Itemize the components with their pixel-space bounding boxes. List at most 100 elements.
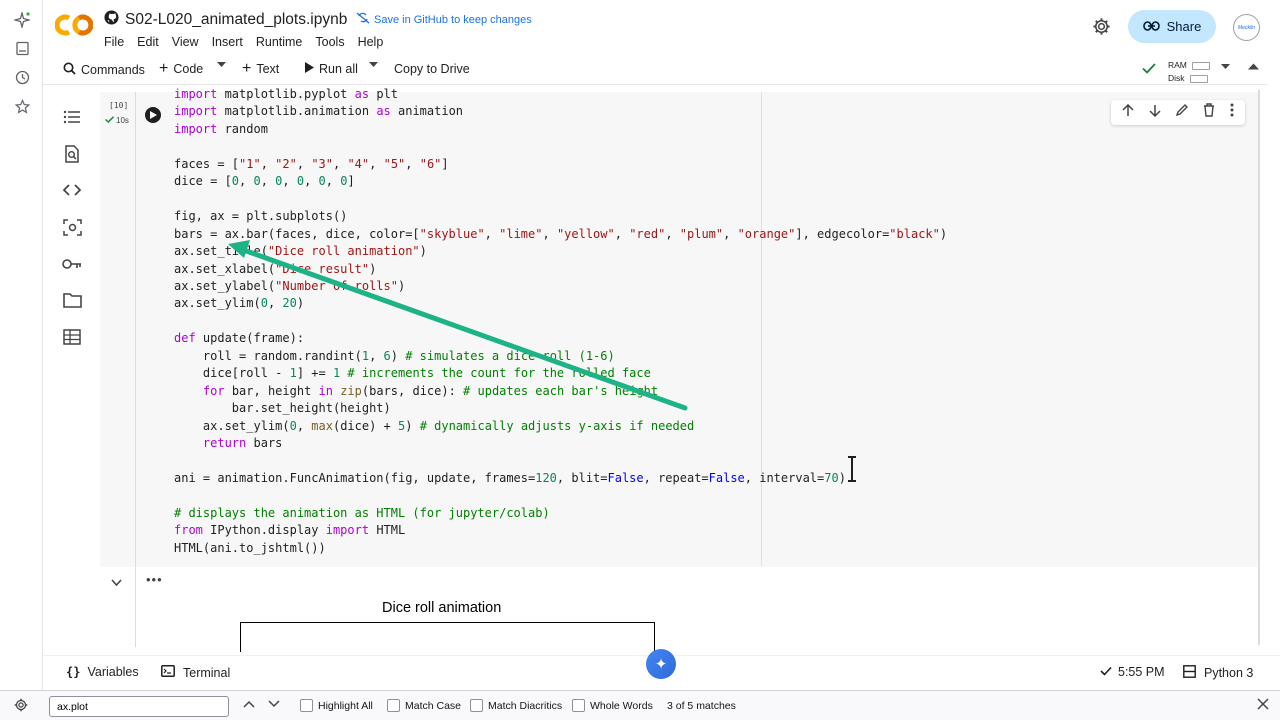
code-line[interactable]: bar.set_height(height) — [174, 400, 947, 417]
notebook-filename[interactable]: S02-L020_animated_plots.ipynb — [125, 11, 347, 29]
save-in-github-link[interactable]: Save in GitHub to keep changes — [356, 12, 532, 27]
resource-meter[interactable]: RAM Disk — [1168, 59, 1210, 85]
more-options-icon[interactable] — [1230, 103, 1234, 122]
code-line[interactable]: return bars — [174, 435, 947, 452]
highlight-all-box[interactable] — [300, 699, 313, 712]
menu-edit[interactable]: Edit — [137, 35, 159, 49]
variables-button[interactable]: {} Variables — [66, 665, 139, 679]
code-line[interactable]: dice[roll - 1] += 1 # increments the cou… — [174, 365, 947, 382]
match-case-checkbox[interactable]: Match Case — [387, 699, 461, 712]
files-folder-icon[interactable] — [62, 290, 82, 310]
code-line[interactable]: ax.set_xlabel("Dice result") — [174, 261, 947, 278]
menu-tools[interactable]: Tools — [315, 35, 344, 49]
menu-insert[interactable]: Insert — [212, 35, 243, 49]
find-input[interactable] — [49, 696, 229, 717]
code-line[interactable] — [174, 487, 947, 504]
menu-help[interactable]: Help — [358, 35, 384, 49]
code-line[interactable]: import matplotlib.pyplot as plt — [174, 86, 947, 103]
code-line[interactable]: faces = ["1", "2", "3", "4", "5", "6"] — [174, 156, 947, 173]
settings-gear-icon[interactable] — [1092, 17, 1111, 41]
close-find-bar-icon[interactable] — [1257, 698, 1269, 713]
code-line[interactable] — [174, 313, 947, 330]
history-icon[interactable] — [12, 67, 32, 87]
gemini-spark-icon[interactable]: ✦ — [646, 649, 676, 679]
share-label: Share — [1166, 19, 1202, 34]
code-line[interactable]: ax.set_ylabel("Number of rolls") — [174, 278, 947, 295]
move-cell-down-icon[interactable] — [1149, 104, 1161, 122]
code-line[interactable]: HTML(ani.to_jshtml()) — [174, 540, 947, 557]
code-line[interactable]: import random — [174, 121, 947, 138]
user-avatar[interactable]: Mecklin — [1233, 14, 1260, 41]
star-icon[interactable] — [12, 96, 32, 116]
table-of-contents-icon[interactable] — [62, 107, 82, 127]
code-line[interactable]: ax.set_ylim(0, max(dice) + 5) # dynamica… — [174, 418, 947, 435]
find-previous-chevron-icon[interactable] — [243, 699, 255, 711]
code-line[interactable]: ax.set_title("Dice roll animation") — [174, 243, 947, 260]
find-replace-icon[interactable] — [62, 144, 82, 164]
secrets-key-icon[interactable] — [62, 254, 82, 274]
code-snippets-icon[interactable] — [62, 180, 82, 200]
code-line[interactable]: bars = ax.bar(faces, dice, color=["skybl… — [174, 226, 947, 243]
code-editor[interactable]: import matplotlib.pyplot as plt import ma… — [174, 86, 947, 557]
code-line[interactable]: for bar, height in zip(bars, dice): # up… — [174, 383, 947, 400]
code-line[interactable]: # displays the animation as HTML (for ju… — [174, 505, 947, 522]
drive-file-icon[interactable] — [12, 38, 32, 58]
code-line[interactable] — [174, 138, 947, 155]
notebook-title[interactable]: S02-L020_animated_plots.ipynb — [104, 10, 347, 30]
resources-dropdown-caret-icon[interactable] — [1221, 64, 1230, 70]
whole-words-checkbox[interactable]: Whole Words — [572, 699, 653, 712]
connected-check-icon[interactable] — [1142, 63, 1156, 74]
find-next-chevron-icon[interactable] — [268, 699, 280, 711]
notebook-scrollbar[interactable] — [1258, 90, 1260, 645]
disk-label: Disk — [1168, 73, 1185, 83]
code-line[interactable]: ax.set_ylim(0, 20) — [174, 295, 947, 312]
find-settings-gear-icon[interactable] — [14, 698, 28, 715]
menu-file[interactable]: File — [104, 35, 124, 49]
code-line[interactable]: import matplotlib.animation as animation — [174, 103, 947, 120]
edit-pencil-icon[interactable] — [1175, 103, 1189, 122]
code-line[interactable]: def update(frame): — [174, 330, 947, 347]
runtime-type-button[interactable]: Python 3 — [1183, 665, 1253, 681]
variables-inspector-icon[interactable] — [62, 217, 82, 237]
run-cell-button[interactable] — [145, 107, 161, 123]
execution-status[interactable]: 5:55 PM — [1100, 665, 1165, 679]
whole-words-label: Whole Words — [590, 699, 653, 712]
match-case-box[interactable] — [387, 699, 400, 712]
run-all-dropdown-caret-icon[interactable] — [369, 62, 378, 68]
code-line[interactable]: ani = animation.FuncAnimation(fig, updat… — [174, 470, 947, 487]
match-diacritics-checkbox[interactable]: Match Diacritics — [470, 699, 562, 712]
menu-runtime[interactable]: Runtime — [256, 35, 303, 49]
left-rail — [0, 0, 43, 690]
plus-icon: + — [159, 60, 169, 77]
code-line[interactable] — [174, 191, 947, 208]
match-diacritics-box[interactable] — [470, 699, 483, 712]
braces-icon: {} — [66, 665, 81, 679]
share-button[interactable]: Share — [1128, 10, 1216, 43]
add-code-button[interactable]: + Code — [159, 60, 203, 77]
code-line[interactable]: roll = random.randint(1, 6) # simulates … — [174, 348, 947, 365]
move-cell-up-icon[interactable] — [1122, 103, 1134, 122]
save-in-github-label[interactable]: Save in GitHub to keep changes — [374, 14, 532, 26]
output-actions-icon[interactable]: ••• — [146, 572, 163, 587]
commands-button[interactable]: Commands — [63, 62, 145, 78]
add-text-button[interactable]: + Text — [242, 61, 279, 77]
code-dropdown-caret-icon[interactable] — [217, 62, 226, 68]
colab-logo[interactable] — [54, 12, 94, 38]
terminal-button[interactable]: Terminal — [161, 665, 230, 680]
highlight-all-checkbox[interactable]: Highlight All — [300, 699, 373, 712]
copy-to-drive-button[interactable]: Copy to Drive — [394, 62, 470, 76]
data-table-icon[interactable] — [62, 327, 82, 347]
delete-trash-icon[interactable] — [1203, 103, 1215, 122]
plot-title: Dice roll animation — [382, 600, 502, 616]
sparkle-icon[interactable] — [12, 10, 32, 30]
runtime-label: Python 3 — [1204, 666, 1254, 680]
code-line[interactable]: fig, ax = plt.subplots() — [174, 208, 947, 225]
code-line[interactable]: from IPython.display import HTML — [174, 522, 947, 539]
collapse-output-chevron-icon[interactable] — [111, 573, 122, 591]
menu-view[interactable]: View — [172, 35, 199, 49]
code-line[interactable]: dice = [0, 0, 0, 0, 0, 0] — [174, 173, 947, 190]
collapse-header-chevron-icon[interactable] — [1248, 63, 1259, 70]
whole-words-box[interactable] — [572, 699, 585, 712]
run-all-button[interactable]: Run all — [305, 62, 358, 76]
code-line[interactable] — [174, 453, 947, 470]
